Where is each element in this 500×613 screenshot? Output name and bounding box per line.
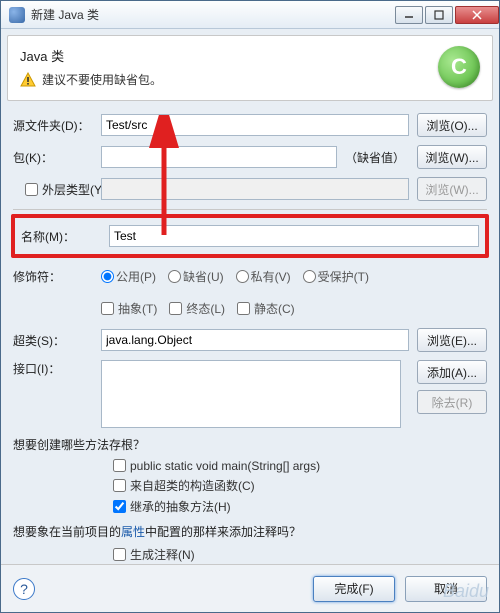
stub-main-checkbox[interactable]: public static void main(String[] args) xyxy=(113,459,487,473)
name-highlight-box: 名称(M)： xyxy=(11,214,489,258)
package-label: 包(K)： xyxy=(13,149,101,166)
interfaces-list[interactable] xyxy=(101,360,401,428)
finish-button[interactable]: 完成(F) xyxy=(313,576,395,602)
separator xyxy=(13,209,487,210)
modifier-protected[interactable]: 受保护(T) xyxy=(303,268,369,285)
enclosing-type-checkbox[interactable] xyxy=(25,183,38,196)
app-icon xyxy=(9,7,25,23)
modifier-final[interactable]: 终态(L) xyxy=(169,300,225,317)
browse-package-button[interactable]: 浏览(W)... xyxy=(417,145,487,169)
close-button[interactable] xyxy=(455,6,499,24)
name-label: 名称(M)： xyxy=(21,228,109,245)
browse-enclosing-button: 浏览(W)... xyxy=(417,177,487,201)
maximize-button[interactable] xyxy=(425,6,453,24)
interfaces-label: 接口(I)： xyxy=(13,360,101,377)
generate-comments-checkbox[interactable]: 生成注释(N) xyxy=(113,546,487,563)
superclass-label: 超类(S)： xyxy=(13,332,101,349)
source-folder-label: 源文件夹(D)： xyxy=(13,117,101,134)
header-title: Java 类 xyxy=(20,46,438,65)
titlebar: 新建 Java 类 xyxy=(1,1,499,29)
stub-constructors-checkbox[interactable]: 来自超类的构造函数(C) xyxy=(113,477,487,494)
modifiers-label: 修饰符： xyxy=(13,268,101,285)
modifier-public[interactable]: 公用(P) xyxy=(101,268,156,285)
modifier-abstract[interactable]: 抽象(T) xyxy=(101,300,157,317)
add-interface-button[interactable]: 添加(A)... xyxy=(417,360,487,384)
comments-question: 想要象在当前项目的属性中配置的那样来添加注释吗？ xyxy=(13,523,487,540)
modifier-default[interactable]: 缺省(U) xyxy=(168,268,224,285)
browse-superclass-button[interactable]: 浏览(E)... xyxy=(417,328,487,352)
dialog-header: Java 类 建议不要使用缺省包。 C xyxy=(7,35,493,101)
class-logo-icon: C xyxy=(438,46,480,88)
enclosing-type-label: 外层类型(Y)： xyxy=(13,181,101,198)
stub-inherited-checkbox[interactable]: 继承的抽象方法(H) xyxy=(113,498,487,515)
dialog-footer: ? 完成(F) 取消 xyxy=(1,564,499,612)
enclosing-type-field xyxy=(101,178,409,200)
browse-source-button[interactable]: 浏览(O)... xyxy=(417,113,487,137)
modifier-private[interactable]: 私有(V) xyxy=(236,268,291,285)
warning-icon xyxy=(20,72,36,88)
minimize-button[interactable] xyxy=(395,6,423,24)
source-folder-field[interactable] xyxy=(101,114,409,136)
superclass-field[interactable] xyxy=(101,329,409,351)
package-default-text: （缺省值） xyxy=(345,149,405,166)
stubs-question: 想要创建哪些方法存根？ xyxy=(13,436,487,453)
help-button[interactable]: ? xyxy=(13,578,35,600)
remove-interface-button: 除去(R) xyxy=(417,390,487,414)
warning-text: 建议不要使用缺省包。 xyxy=(42,71,162,88)
properties-link[interactable]: 属性 xyxy=(121,525,145,539)
window-title: 新建 Java 类 xyxy=(31,6,393,23)
cancel-button[interactable]: 取消 xyxy=(405,576,487,602)
package-field[interactable] xyxy=(101,146,337,168)
modifier-static[interactable]: 静态(C) xyxy=(237,300,295,317)
name-field[interactable] xyxy=(109,225,479,247)
